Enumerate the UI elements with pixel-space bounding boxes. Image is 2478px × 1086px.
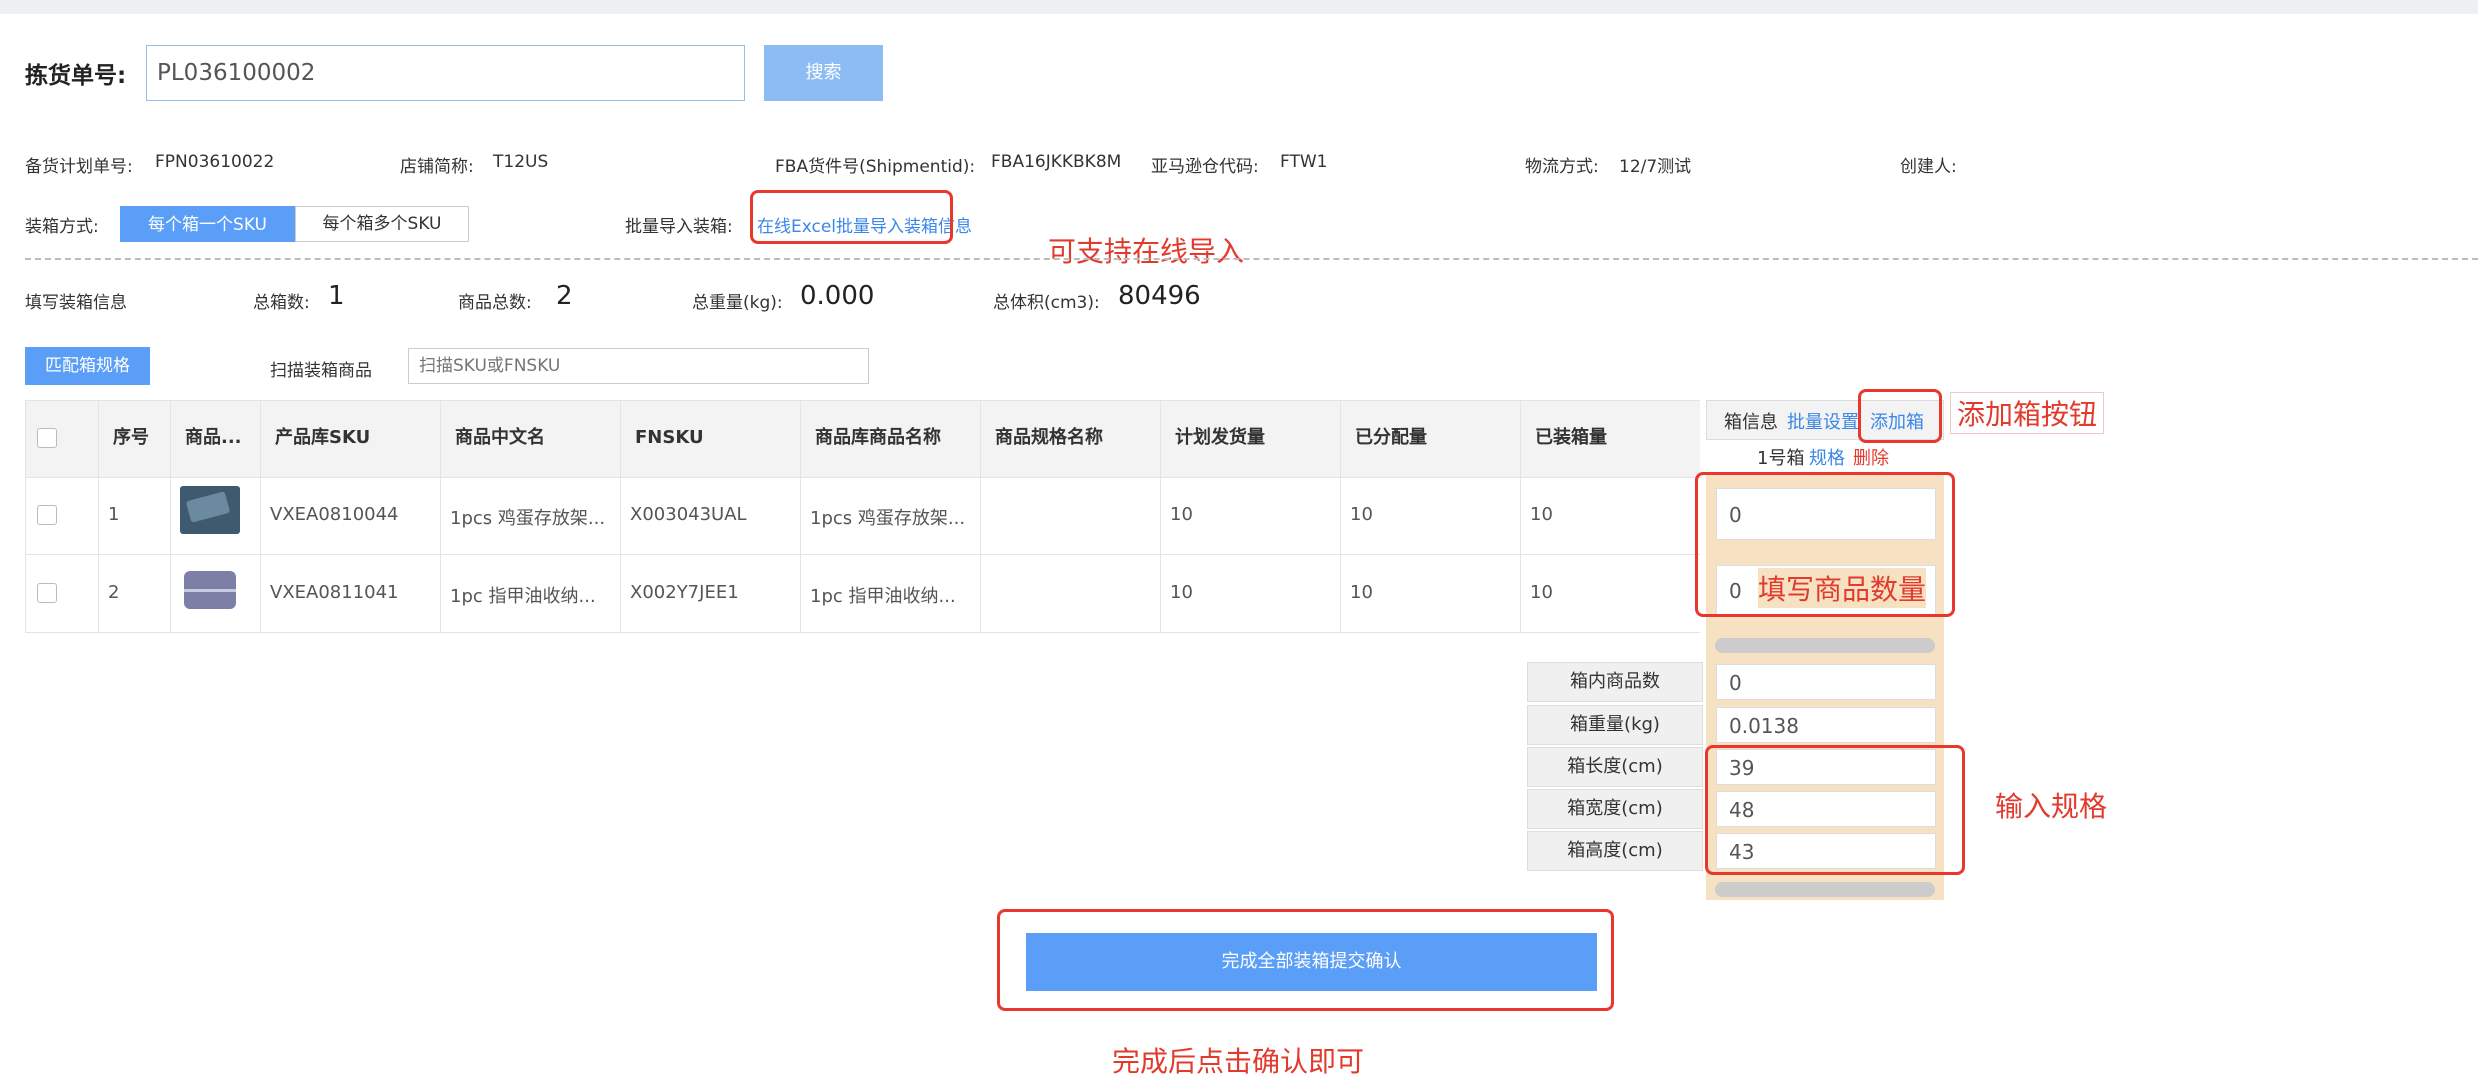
fill-packing-label: 填写装箱信息 xyxy=(25,293,127,313)
row-planned: 10 xyxy=(1170,582,1193,603)
row-cn-name: 1pcs 鸡蛋存放架... xyxy=(450,508,606,529)
shop-value: T12US xyxy=(493,152,549,172)
row-cn-name: 1pc 指甲油收纳... xyxy=(450,586,596,607)
box-spec-link[interactable]: 规格 xyxy=(1809,444,1845,470)
header-allocated: 已分配量 xyxy=(1355,427,1427,448)
header-fnsku: FNSKU xyxy=(635,427,704,448)
amazon-code-label: 亚马逊仓代码: xyxy=(1151,157,1259,177)
row-index: 2 xyxy=(108,582,120,603)
box-name: 1号箱 xyxy=(1757,448,1805,469)
creator-label: 创建人: xyxy=(1900,157,1957,177)
table-row: 1 VXEA0810044 1pcs 鸡蛋存放架... X003043UAL 1… xyxy=(25,477,1700,554)
plan-number-value: FPN03610022 xyxy=(155,152,275,172)
batch-import-label: 批量导入装箱: xyxy=(625,217,733,237)
total-weight-label: 总重量(kg): xyxy=(692,293,783,313)
pick-number-value: PL036100002 xyxy=(157,60,316,86)
delete-box-link[interactable]: 删除 xyxy=(1853,444,1889,470)
scan-input[interactable] xyxy=(408,348,869,384)
section-divider xyxy=(25,258,2478,260)
import-annotation: 可支持在线导入 xyxy=(1048,235,1245,268)
import-highlight-box xyxy=(750,190,953,244)
total-weight-value: 0.000 xyxy=(800,281,875,311)
table-row: 2 VXEA0811041 1pc 指甲油收纳... X002Y7JEE1 1p… xyxy=(25,555,1700,632)
box-info-label: 箱信息 xyxy=(1724,412,1778,433)
header-sku: 产品库SKU xyxy=(275,427,371,448)
qty-annotation: 填写商品数量 xyxy=(1758,568,1927,608)
logistics-value: 12/7测试 xyxy=(1619,157,1692,177)
total-items-label: 商品总数: xyxy=(458,293,532,313)
logistics-label: 物流方式: xyxy=(1525,157,1599,177)
search-button[interactable]: 搜索 xyxy=(764,45,883,101)
row-sku: VXEA0810044 xyxy=(270,504,399,525)
header-image: 商品... xyxy=(185,427,242,448)
spec-input-item-count[interactable]: 0 xyxy=(1716,664,1936,700)
amazon-code-value: FTW1 xyxy=(1280,152,1328,172)
spec-label-height: 箱高度(cm) xyxy=(1527,831,1703,871)
pick-number-input[interactable]: PL036100002 xyxy=(146,45,745,101)
scan-label: 扫描装箱商品 xyxy=(270,361,372,381)
row-planned: 10 xyxy=(1170,504,1193,525)
row-packed: 10 xyxy=(1530,504,1553,525)
fba-label: FBA货件号(Shipmentid): xyxy=(775,157,976,177)
row-checkbox[interactable] xyxy=(37,505,57,525)
packing-method-label: 装箱方式: xyxy=(25,217,99,237)
row-fnsku: X002Y7JEE1 xyxy=(630,582,739,603)
match-box-spec-button[interactable]: 匹配箱规格 xyxy=(25,347,150,385)
add-box-annotation: 添加箱按钮 xyxy=(1950,392,2105,434)
total-boxes-label: 总箱数: xyxy=(253,293,310,313)
batch-set-link[interactable]: 批量设置 xyxy=(1787,408,1859,434)
header-spec-name: 商品规格名称 xyxy=(995,427,1103,448)
spec-annotation: 输入规格 xyxy=(1995,790,2108,823)
row-divider xyxy=(25,632,1700,633)
submit-highlight xyxy=(997,909,1614,1011)
spec-label-length: 箱长度(cm) xyxy=(1527,747,1703,787)
select-all-checkbox[interactable] xyxy=(37,428,57,448)
row-allocated: 10 xyxy=(1350,504,1373,525)
header-planned: 计划发货量 xyxy=(1175,427,1265,448)
spec-input-weight[interactable]: 0.0138 xyxy=(1716,707,1936,743)
row-lib-name: 1pcs 鸡蛋存放架... xyxy=(810,508,966,529)
total-items-value: 2 xyxy=(556,281,573,311)
option-multi-sku[interactable]: 每个箱多个SKU xyxy=(295,206,469,242)
row-lib-name: 1pc 指甲油收纳... xyxy=(810,586,956,607)
header-packed: 已装箱量 xyxy=(1535,427,1607,448)
row-allocated: 10 xyxy=(1350,582,1373,603)
header-index: 序号 xyxy=(113,427,149,448)
spec-label-weight: 箱重量(kg) xyxy=(1527,705,1703,745)
spec-highlight xyxy=(1705,745,1965,875)
product-thumbnail xyxy=(180,486,240,534)
header-cn-name: 商品中文名 xyxy=(455,427,545,448)
row-checkbox[interactable] xyxy=(37,583,57,603)
pick-number-label: 拣货单号: xyxy=(25,63,127,89)
product-thumbnail xyxy=(180,563,240,613)
plan-number-label: 备货计划单号: xyxy=(25,157,133,177)
row-packed: 10 xyxy=(1530,582,1553,603)
box-panel-scrollbar[interactable] xyxy=(1715,638,1935,653)
spec-label-width: 箱宽度(cm) xyxy=(1527,789,1703,829)
spec-label-item-count: 箱内商品数 xyxy=(1527,662,1703,702)
option-single-sku[interactable]: 每个箱一个SKU xyxy=(120,206,295,242)
total-volume-value: 80496 xyxy=(1118,281,1201,311)
total-boxes-value: 1 xyxy=(328,281,345,311)
fba-value: FBA16JKKBK8M xyxy=(991,152,1122,172)
row-index: 1 xyxy=(108,504,120,525)
top-bar xyxy=(0,0,2478,14)
add-box-highlight xyxy=(1858,389,1942,443)
row-sku: VXEA0811041 xyxy=(270,582,399,603)
spec-panel-scrollbar[interactable] xyxy=(1715,882,1935,897)
confirm-annotation: 完成后点击确认即可 xyxy=(1112,1045,1365,1078)
row-fnsku: X003043UAL xyxy=(630,504,747,525)
header-lib-name: 商品库商品名称 xyxy=(815,427,941,448)
shop-label: 店铺简称: xyxy=(400,157,474,177)
total-volume-label: 总体积(cm3): xyxy=(993,293,1100,313)
